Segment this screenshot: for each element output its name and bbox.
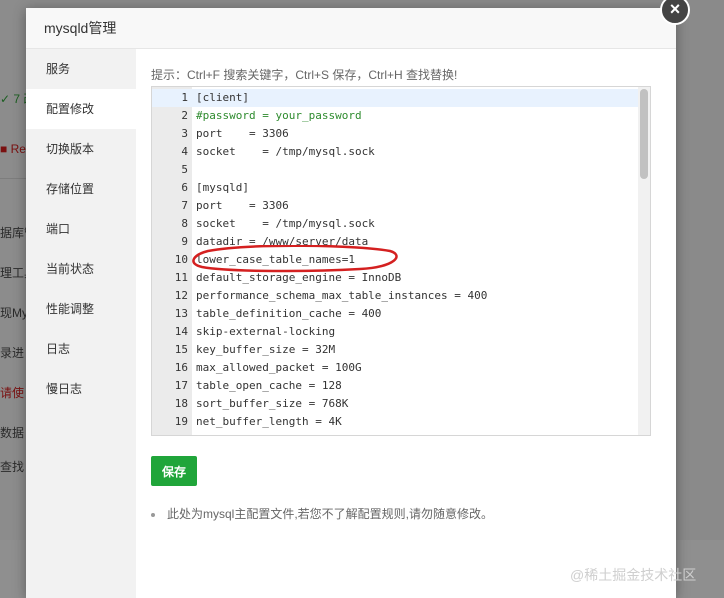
config-edit-panel: 提示：Ctrl+F 搜索关键字，Ctrl+S 保存，Ctrl+H 查找替换! 1… bbox=[136, 49, 676, 598]
code-text: table_definition_cache = 400 bbox=[196, 307, 382, 320]
sidebar-item-service[interactable]: 服务 bbox=[26, 49, 136, 89]
sidebar-item-port[interactable]: 端口 bbox=[26, 209, 136, 249]
dialog-title: mysqld管理 bbox=[26, 8, 676, 49]
code-text: key_buffer_size = 32M bbox=[196, 343, 336, 356]
code-line[interactable]: 20 read_buffer_size = 768K bbox=[152, 431, 640, 435]
code-text: port = 3306 bbox=[196, 199, 289, 212]
line-number: 9 bbox=[181, 235, 188, 248]
code-line[interactable]: 2 #password = your_password bbox=[152, 107, 640, 125]
code-line[interactable]: 19 net_buffer_length = 4K bbox=[152, 413, 640, 431]
code-line[interactable]: 17 table_open_cache = 128 bbox=[152, 377, 640, 395]
code-line[interactable]: 3 port = 3306 bbox=[152, 125, 640, 143]
code-line[interactable]: 13 table_definition_cache = 400 bbox=[152, 305, 640, 323]
config-note: 此处为mysql主配置文件,若您不了解配置规则,请勿随意修改。 bbox=[151, 505, 493, 522]
line-number: 13 bbox=[174, 307, 188, 320]
watermark-text: @稀土掘金技术社区 bbox=[570, 567, 697, 583]
line-number: 17 bbox=[174, 379, 188, 392]
code-text: lower_case_table_names=1 bbox=[196, 253, 355, 266]
code-line[interactable]: 9 datadir = /www/server/data bbox=[152, 233, 640, 251]
code-text: default_storage_engine = InnoDB bbox=[196, 271, 402, 284]
scrollbar-thumb[interactable] bbox=[640, 89, 648, 179]
line-number: 20 bbox=[152, 431, 188, 435]
dialog-sidebar: 服务 配置修改 切换版本 存储位置 端口 当前状态 性能调整 日志 慢日志 bbox=[26, 49, 136, 598]
editor-scrollbar[interactable] bbox=[638, 87, 650, 435]
config-note-text: 此处为mysql主配置文件,若您不了解配置规则,请勿随意修改。 bbox=[167, 507, 494, 521]
sidebar-item-current-status[interactable]: 当前状态 bbox=[26, 249, 136, 289]
sidebar-item-slow-log[interactable]: 慢日志 bbox=[26, 369, 136, 409]
code-line[interactable]: 5 bbox=[152, 161, 640, 179]
code-line[interactable]: 4 socket = /tmp/mysql.sock bbox=[152, 143, 640, 161]
line-number: 14 bbox=[174, 325, 188, 338]
code-text: #password = your_password bbox=[196, 109, 362, 122]
code-text: port = 3306 bbox=[196, 127, 289, 140]
code-text: [client] bbox=[196, 91, 249, 104]
line-number: 15 bbox=[174, 343, 188, 356]
sidebar-item-storage-location[interactable]: 存储位置 bbox=[26, 169, 136, 209]
line-number: 8 bbox=[181, 217, 188, 230]
code-line[interactable]: 10 lower_case_table_names=1 bbox=[152, 251, 640, 269]
mysqld-manage-dialog: mysqld管理 服务 配置修改 切换版本 存储位置 端口 当前状态 性能调整 … bbox=[26, 8, 676, 598]
code-text: max_allowed_packet = 100G bbox=[196, 361, 362, 374]
code-text: datadir = /www/server/data bbox=[196, 235, 369, 248]
line-number: 6 bbox=[181, 181, 188, 194]
line-number: 3 bbox=[181, 127, 188, 140]
code-text: socket = /tmp/mysql.sock bbox=[196, 217, 375, 230]
code-line[interactable]: 15 key_buffer_size = 32M bbox=[152, 341, 640, 359]
code-line[interactable]: 18 sort_buffer_size = 768K bbox=[152, 395, 640, 413]
line-number: 1 bbox=[181, 91, 188, 104]
save-button[interactable]: 保存 bbox=[151, 456, 197, 486]
code-text: socket = /tmp/mysql.sock bbox=[196, 145, 375, 158]
code-text: read_buffer_size = 768K bbox=[196, 431, 348, 435]
code-line[interactable]: 1 [client] bbox=[152, 89, 640, 107]
code-text: performance_schema_max_table_instances =… bbox=[196, 289, 488, 302]
code-line[interactable]: 6 [mysqld] bbox=[152, 179, 640, 197]
config-code-editor[interactable]: 1 [client] 2 #password = your_password 3 port… bbox=[151, 86, 651, 436]
shortcut-hint: 提示：Ctrl+F 搜索关键字，Ctrl+S 保存，Ctrl+H 查找替换! bbox=[151, 68, 458, 82]
line-number: 16 bbox=[174, 361, 188, 374]
line-number: 11 bbox=[174, 271, 188, 284]
line-number: 7 bbox=[181, 199, 188, 212]
code-text: skip-external-locking bbox=[196, 325, 336, 338]
code-line[interactable]: 8 socket = /tmp/mysql.sock bbox=[152, 215, 640, 233]
line-number: 12 bbox=[174, 289, 188, 302]
code-line[interactable]: 12 performance_schema_max_table_instances… bbox=[152, 287, 640, 305]
code-line[interactable]: 16 max_allowed_packet = 100G bbox=[152, 359, 640, 377]
line-number: 5 bbox=[181, 163, 188, 176]
line-number: 19 bbox=[174, 415, 188, 428]
sidebar-item-log[interactable]: 日志 bbox=[26, 329, 136, 369]
line-number: 10 bbox=[174, 253, 188, 266]
line-number: 18 bbox=[174, 397, 188, 410]
code-line[interactable]: 7 port = 3306 bbox=[152, 197, 640, 215]
code-text: table_open_cache = 128 bbox=[196, 379, 342, 392]
code-line[interactable]: 14 skip-external-locking bbox=[152, 323, 640, 341]
code-text: [mysqld] bbox=[196, 181, 249, 194]
line-number: 2 bbox=[181, 109, 188, 122]
code-lines: 1 [client] 2 #password = your_password 3 port… bbox=[152, 89, 640, 435]
code-line[interactable]: 11 default_storage_engine = InnoDB bbox=[152, 269, 640, 287]
line-number: 4 bbox=[181, 145, 188, 158]
code-text: sort_buffer_size = 768K bbox=[196, 397, 349, 410]
bullet-dot-icon bbox=[151, 512, 155, 517]
sidebar-item-switch-version[interactable]: 切换版本 bbox=[26, 129, 136, 169]
code-text: net_buffer_length = 4K bbox=[196, 415, 342, 428]
sidebar-item-performance-tuning[interactable]: 性能调整 bbox=[26, 289, 136, 329]
sidebar-item-config-edit[interactable]: 配置修改 bbox=[26, 89, 136, 129]
